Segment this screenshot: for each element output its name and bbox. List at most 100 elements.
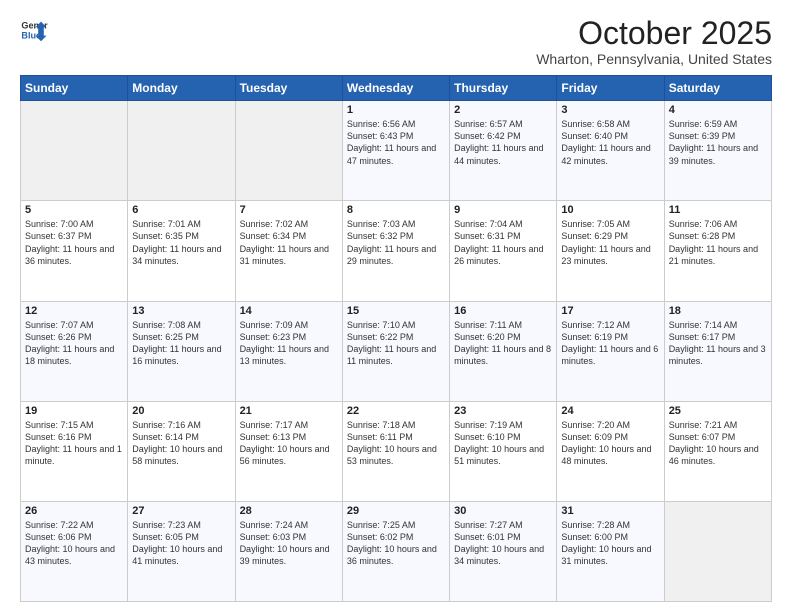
- table-cell: 16 Sunrise: 7:11 AM Sunset: 6:20 PM Dayli…: [450, 301, 557, 401]
- cell-day-number: 24: [561, 405, 659, 417]
- table-cell: [128, 101, 235, 201]
- table-cell: 25 Sunrise: 7:21 AM Sunset: 6:07 PM Dayli…: [664, 401, 771, 501]
- table-cell: 12Sunrise: 7:07 AM Sunset: 6:26 PM Dayli…: [21, 301, 128, 401]
- cell-day-number: 13: [132, 305, 230, 317]
- cell-info: Sunrise: 7:18 AM Sunset: 6:11 PM Dayligh…: [347, 419, 445, 468]
- cell-day-number: 19: [25, 405, 123, 417]
- cell-info: Sunrise: 7:10 AM Sunset: 6:22 PM Dayligh…: [347, 319, 445, 368]
- week-row-3: 12Sunrise: 7:07 AM Sunset: 6:26 PM Dayli…: [21, 301, 772, 401]
- logo-icon: General Blue: [20, 16, 48, 44]
- cell-day-number: 3: [561, 104, 659, 116]
- svg-text:Blue: Blue: [21, 30, 41, 40]
- cell-day-number: 15: [347, 305, 445, 317]
- cell-day-number: 21: [240, 405, 338, 417]
- table-cell: 9 Sunrise: 7:04 AM Sunset: 6:31 PM Daylig…: [450, 201, 557, 301]
- table-cell: 7 Sunrise: 7:02 AM Sunset: 6:34 PM Daylig…: [235, 201, 342, 301]
- calendar-header: Sunday Monday Tuesday Wednesday Thursday…: [21, 76, 772, 101]
- cell-day-number: 5: [25, 204, 123, 216]
- header-thursday: Thursday: [450, 76, 557, 101]
- cell-day-number: 2: [454, 104, 552, 116]
- table-cell: 29 Sunrise: 7:25 AM Sunset: 6:02 PM Dayli…: [342, 501, 449, 601]
- cell-info: Sunrise: 7:25 AM Sunset: 6:02 PM Dayligh…: [347, 519, 445, 568]
- cell-day-number: 6: [132, 204, 230, 216]
- table-cell: 14 Sunrise: 7:09 AM Sunset: 6:23 PM Dayli…: [235, 301, 342, 401]
- logo: General Blue: [20, 16, 48, 44]
- table-cell: 15 Sunrise: 7:10 AM Sunset: 6:22 PM Dayli…: [342, 301, 449, 401]
- table-cell: [664, 501, 771, 601]
- cell-info: Sunrise: 6:59 AM Sunset: 6:39 PM Dayligh…: [669, 118, 767, 167]
- cell-info: Sunrise: 7:20 AM Sunset: 6:09 PM Dayligh…: [561, 419, 659, 468]
- cell-day-number: 25: [669, 405, 767, 417]
- cell-info: Sunrise: 7:17 AM Sunset: 6:13 PM Dayligh…: [240, 419, 338, 468]
- table-cell: 8 Sunrise: 7:03 AM Sunset: 6:32 PM Daylig…: [342, 201, 449, 301]
- cell-info: Sunrise: 7:03 AM Sunset: 6:32 PM Dayligh…: [347, 218, 445, 267]
- cell-info: Sunrise: 7:11 AM Sunset: 6:20 PM Dayligh…: [454, 319, 552, 368]
- cell-day-number: 10: [561, 204, 659, 216]
- cell-day-number: 4: [669, 104, 767, 116]
- calendar-body: 1Sunrise: 6:56 AM Sunset: 6:43 PM Daylig…: [21, 101, 772, 602]
- cell-day-number: 12: [25, 305, 123, 317]
- title-block: October 2025 Wharton, Pennsylvania, Unit…: [536, 16, 772, 67]
- cell-info: Sunrise: 7:01 AM Sunset: 6:35 PM Dayligh…: [132, 218, 230, 267]
- cell-day-number: 16: [454, 305, 552, 317]
- week-row-2: 5 Sunrise: 7:00 AM Sunset: 6:37 PM Daylig…: [21, 201, 772, 301]
- table-cell: 22Sunrise: 7:18 AM Sunset: 6:11 PM Dayli…: [342, 401, 449, 501]
- cell-info: Sunrise: 7:28 AM Sunset: 6:00 PM Dayligh…: [561, 519, 659, 568]
- cell-info: Sunrise: 7:16 AM Sunset: 6:14 PM Dayligh…: [132, 419, 230, 468]
- week-row-5: 26 Sunrise: 7:22 AM Sunset: 6:06 PM Dayli…: [21, 501, 772, 601]
- week-row-4: 19 Sunrise: 7:15 AM Sunset: 6:16 PM Dayli…: [21, 401, 772, 501]
- table-cell: 23 Sunrise: 7:19 AM Sunset: 6:10 PM Dayli…: [450, 401, 557, 501]
- table-cell: 10 Sunrise: 7:05 AM Sunset: 6:29 PM Dayli…: [557, 201, 664, 301]
- month-title: October 2025: [536, 16, 772, 51]
- cell-day-number: 9: [454, 204, 552, 216]
- table-cell: 13 Sunrise: 7:08 AM Sunset: 6:25 PM Dayli…: [128, 301, 235, 401]
- cell-info: Sunrise: 7:09 AM Sunset: 6:23 PM Dayligh…: [240, 319, 338, 368]
- table-cell: 20 Sunrise: 7:16 AM Sunset: 6:14 PM Dayli…: [128, 401, 235, 501]
- header-monday: Monday: [128, 76, 235, 101]
- table-cell: 18Sunrise: 7:14 AM Sunset: 6:17 PM Dayli…: [664, 301, 771, 401]
- cell-day-number: 17: [561, 305, 659, 317]
- cell-info: Sunrise: 7:24 AM Sunset: 6:03 PM Dayligh…: [240, 519, 338, 568]
- cell-info: Sunrise: 7:05 AM Sunset: 6:29 PM Dayligh…: [561, 218, 659, 267]
- table-cell: 11Sunrise: 7:06 AM Sunset: 6:28 PM Dayli…: [664, 201, 771, 301]
- cell-info: Sunrise: 7:19 AM Sunset: 6:10 PM Dayligh…: [454, 419, 552, 468]
- header-row: Sunday Monday Tuesday Wednesday Thursday…: [21, 76, 772, 101]
- header-saturday: Saturday: [664, 76, 771, 101]
- cell-day-number: 1: [347, 104, 445, 116]
- cell-day-number: 28: [240, 505, 338, 517]
- cell-day-number: 31: [561, 505, 659, 517]
- table-cell: 21 Sunrise: 7:17 AM Sunset: 6:13 PM Dayli…: [235, 401, 342, 501]
- table-cell: 28 Sunrise: 7:24 AM Sunset: 6:03 PM Dayli…: [235, 501, 342, 601]
- cell-day-number: 20: [132, 405, 230, 417]
- cell-day-number: 26: [25, 505, 123, 517]
- location: Wharton, Pennsylvania, United States: [536, 51, 772, 67]
- cell-info: Sunrise: 7:21 AM Sunset: 6:07 PM Dayligh…: [669, 419, 767, 468]
- cell-day-number: 29: [347, 505, 445, 517]
- table-cell: 1Sunrise: 6:56 AM Sunset: 6:43 PM Daylig…: [342, 101, 449, 201]
- cell-day-number: 23: [454, 405, 552, 417]
- cell-day-number: 7: [240, 204, 338, 216]
- cell-info: Sunrise: 7:00 AM Sunset: 6:37 PM Dayligh…: [25, 218, 123, 267]
- cell-day-number: 14: [240, 305, 338, 317]
- header-tuesday: Tuesday: [235, 76, 342, 101]
- cell-day-number: 8: [347, 204, 445, 216]
- table-cell: [21, 101, 128, 201]
- cell-day-number: 18: [669, 305, 767, 317]
- table-cell: 4 Sunrise: 6:59 AM Sunset: 6:39 PM Daylig…: [664, 101, 771, 201]
- calendar-table: Sunday Monday Tuesday Wednesday Thursday…: [20, 75, 772, 602]
- cell-info: Sunrise: 7:12 AM Sunset: 6:19 PM Dayligh…: [561, 319, 659, 368]
- cell-info: Sunrise: 7:04 AM Sunset: 6:31 PM Dayligh…: [454, 218, 552, 267]
- cell-day-number: 27: [132, 505, 230, 517]
- table-cell: 26 Sunrise: 7:22 AM Sunset: 6:06 PM Dayli…: [21, 501, 128, 601]
- header-friday: Friday: [557, 76, 664, 101]
- cell-info: Sunrise: 7:02 AM Sunset: 6:34 PM Dayligh…: [240, 218, 338, 267]
- header-sunday: Sunday: [21, 76, 128, 101]
- table-cell: 6 Sunrise: 7:01 AM Sunset: 6:35 PM Daylig…: [128, 201, 235, 301]
- cell-info: Sunrise: 7:15 AM Sunset: 6:16 PM Dayligh…: [25, 419, 123, 468]
- cell-info: Sunrise: 7:27 AM Sunset: 6:01 PM Dayligh…: [454, 519, 552, 568]
- cell-info: Sunrise: 7:08 AM Sunset: 6:25 PM Dayligh…: [132, 319, 230, 368]
- table-cell: 31 Sunrise: 7:28 AM Sunset: 6:00 PM Dayli…: [557, 501, 664, 601]
- table-cell: 27Sunrise: 7:23 AM Sunset: 6:05 PM Dayli…: [128, 501, 235, 601]
- table-cell: [235, 101, 342, 201]
- cell-info: Sunrise: 7:22 AM Sunset: 6:06 PM Dayligh…: [25, 519, 123, 568]
